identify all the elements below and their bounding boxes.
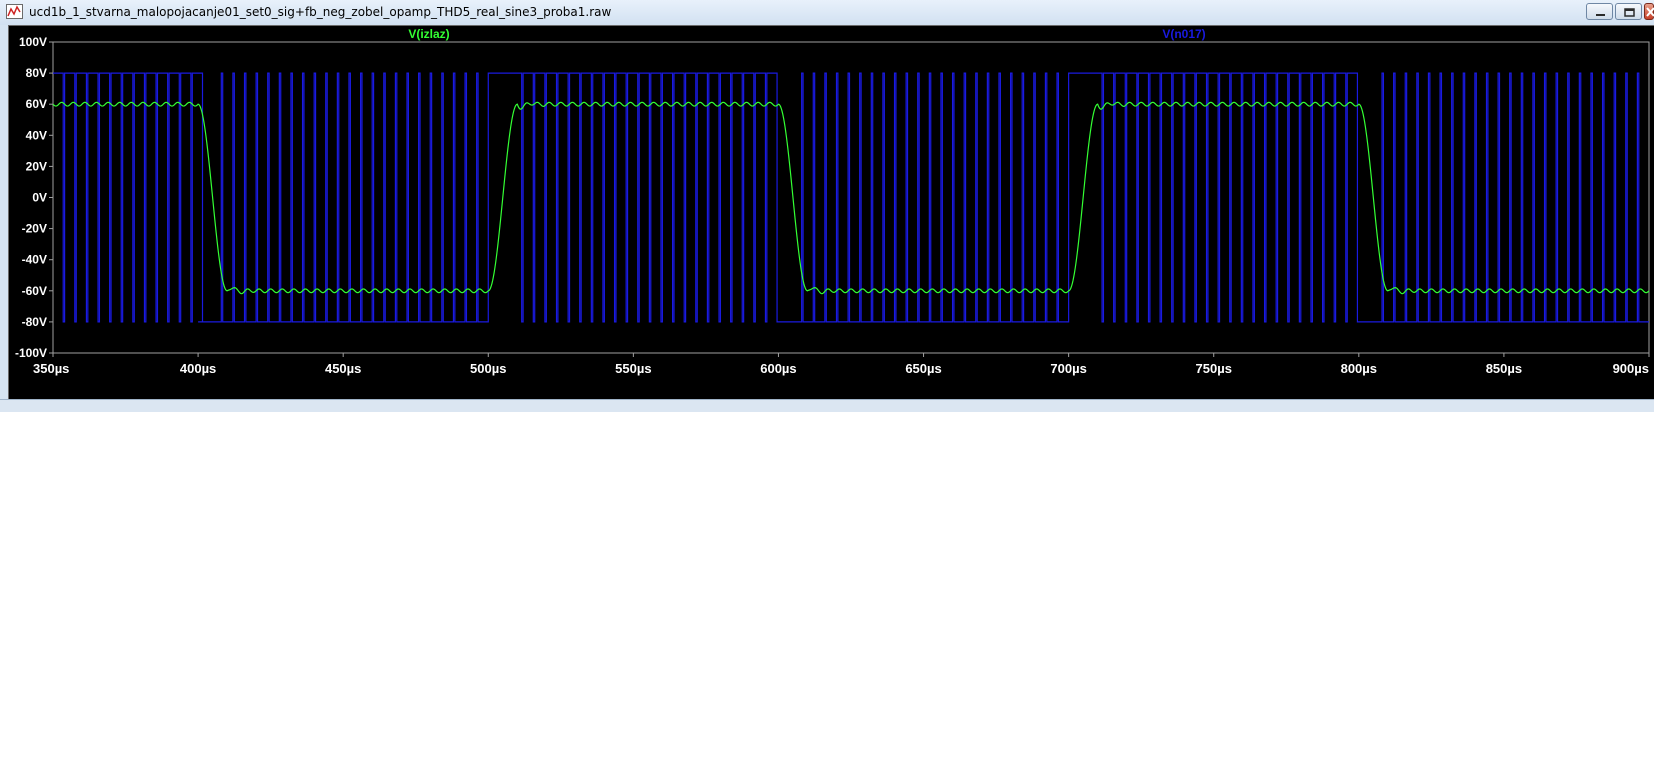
x-tick-label: 350µs xyxy=(33,361,69,376)
minimize-icon xyxy=(1596,14,1605,16)
legend-label-v-n017[interactable]: V(n017) xyxy=(1162,27,1205,41)
y-tick-label: -100V xyxy=(15,346,47,360)
waveform-icon xyxy=(6,4,23,19)
x-tick-label: 650µs xyxy=(905,361,941,376)
x-tick-label: 900µs xyxy=(1613,361,1649,376)
y-tick-label: -40V xyxy=(22,253,47,267)
y-tick-label: 100V xyxy=(19,35,47,49)
legend-label-v-izlaz[interactable]: V(izlaz) xyxy=(408,27,449,41)
x-tick-label: 850µs xyxy=(1486,361,1522,376)
y-tick-label: -20V xyxy=(22,222,47,236)
x-tick-label: 700µs xyxy=(1050,361,1086,376)
plot-pane[interactable]: 100V 80V 60V 40V 20V 0V -20V -40V -60V -80V -100V … xyxy=(8,25,1654,400)
y-tick-label: 80V xyxy=(26,66,47,80)
close-button[interactable] xyxy=(1644,3,1654,20)
y-tick-label: 60V xyxy=(26,97,47,111)
x-tick-label: 600µs xyxy=(760,361,796,376)
x-tick-label: 550µs xyxy=(615,361,651,376)
x-tick-label: 750µs xyxy=(1196,361,1232,376)
y-tick-label: -60V xyxy=(22,284,47,298)
waveform-viewer-window: ucd1b_1_stvarna_malopojacanje01_set0_sig… xyxy=(0,0,1654,412)
y-tick-label: 40V xyxy=(26,128,47,142)
restore-icon xyxy=(1624,8,1635,17)
y-tick-label: 20V xyxy=(26,159,47,173)
title-bar[interactable]: ucd1b_1_stvarna_malopojacanje01_set0_sig… xyxy=(0,0,1654,25)
restore-button[interactable] xyxy=(1615,3,1642,20)
y-tick-label: -80V xyxy=(22,315,47,329)
waveform-chart[interactable]: 100V80V60V40V20V0V-20V-40V-60V-80V-100V … xyxy=(9,26,1654,400)
x-tick-label: 400µs xyxy=(180,361,216,376)
minimize-button[interactable] xyxy=(1586,3,1613,20)
series-line-v-n017 xyxy=(53,72,1649,323)
x-tick-label: 800µs xyxy=(1341,361,1377,376)
y-tick-label: 0V xyxy=(32,191,47,205)
x-tick-label: 450µs xyxy=(325,361,361,376)
x-tick-label: 500µs xyxy=(470,361,506,376)
window-bottom-border xyxy=(0,399,1654,412)
window-title: ucd1b_1_stvarna_malopojacanje01_set0_sig… xyxy=(29,5,612,19)
close-icon xyxy=(1646,7,1654,17)
